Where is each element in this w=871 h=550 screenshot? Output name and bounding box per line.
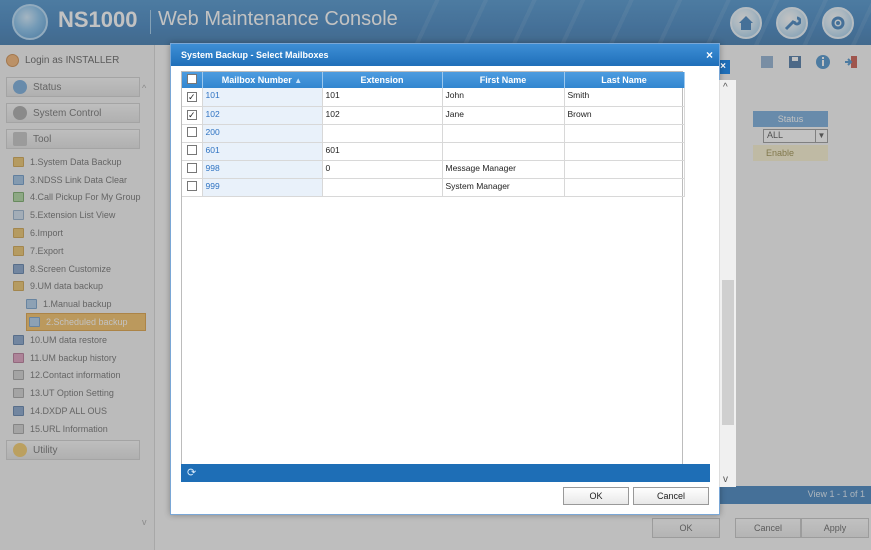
cell-mailbox-number[interactable]: 101 bbox=[202, 88, 323, 107]
cell-mailbox-number[interactable]: 601 bbox=[202, 142, 323, 161]
row-checkbox-cell: ✓ bbox=[182, 106, 203, 125]
select-all-checkbox[interactable] bbox=[186, 74, 197, 84]
cell-last-name: Brown bbox=[564, 106, 685, 125]
column-first-name[interactable]: First Name bbox=[442, 72, 565, 88]
grid-footer: ⟳ bbox=[181, 464, 710, 482]
column-extension[interactable]: Extension bbox=[322, 72, 443, 88]
cell-first-name: Jane bbox=[442, 106, 565, 125]
table-row[interactable]: 998 0 Message Manager bbox=[182, 160, 685, 179]
cell-last-name: Smith bbox=[564, 88, 685, 107]
column-label: Mailbox Number bbox=[221, 75, 292, 85]
cell-mailbox-number[interactable]: 200 bbox=[202, 124, 323, 143]
cell-extension: 601 bbox=[322, 142, 443, 161]
cell-last-name bbox=[564, 178, 685, 197]
table-row[interactable]: 200 bbox=[182, 124, 685, 143]
cell-first-name bbox=[442, 124, 565, 143]
close-icon[interactable]: × bbox=[706, 48, 713, 62]
chevron-up-icon[interactable]: ^ bbox=[723, 82, 728, 93]
chevron-down-icon[interactable]: v bbox=[723, 474, 728, 485]
cell-extension bbox=[322, 124, 443, 143]
dialog-title: System Backup - Select Mailboxes bbox=[171, 44, 719, 66]
table-row[interactable]: ✓ 102 102 Jane Brown bbox=[182, 106, 685, 125]
row-checkbox[interactable]: ✓ bbox=[186, 110, 197, 120]
table-row[interactable]: 999 System Manager bbox=[182, 178, 685, 197]
row-checkbox-cell: ✓ bbox=[182, 88, 203, 107]
cell-extension: 102 bbox=[322, 106, 443, 125]
dialog-scrollbar[interactable]: ^ v bbox=[719, 80, 736, 487]
row-checkbox[interactable] bbox=[186, 163, 197, 173]
row-checkbox[interactable] bbox=[186, 145, 197, 155]
cell-mailbox-number[interactable]: 102 bbox=[202, 106, 323, 125]
row-checkbox-cell bbox=[182, 178, 203, 197]
cell-extension: 101 bbox=[322, 88, 443, 107]
cell-first-name bbox=[442, 142, 565, 161]
row-checkbox-cell bbox=[182, 124, 203, 143]
dialog-ok-button[interactable]: OK bbox=[563, 487, 629, 505]
cell-first-name: John bbox=[442, 88, 565, 107]
mailbox-table: Mailbox Number ▲ Extension First Name La… bbox=[182, 72, 685, 197]
cell-extension: 0 bbox=[322, 160, 443, 179]
row-checkbox-cell bbox=[182, 142, 203, 161]
refresh-icon[interactable]: ⟳ bbox=[187, 466, 196, 479]
cell-last-name bbox=[564, 142, 685, 161]
cell-mailbox-number[interactable]: 999 bbox=[202, 178, 323, 197]
cell-first-name: System Manager bbox=[442, 178, 565, 197]
cell-first-name: Message Manager bbox=[442, 160, 565, 179]
cell-last-name bbox=[564, 124, 685, 143]
cell-mailbox-number[interactable]: 998 bbox=[202, 160, 323, 179]
scrollbar-thumb[interactable] bbox=[722, 280, 734, 425]
cell-extension bbox=[322, 178, 443, 197]
column-last-name[interactable]: Last Name bbox=[564, 72, 685, 88]
select-all-header bbox=[182, 72, 203, 88]
row-checkbox[interactable] bbox=[186, 127, 197, 137]
select-mailboxes-dialog: System Backup - Select Mailboxes × Mailb… bbox=[170, 43, 736, 515]
table-row[interactable]: ✓ 101 101 John Smith bbox=[182, 88, 685, 107]
mailbox-grid: Mailbox Number ▲ Extension First Name La… bbox=[181, 71, 685, 466]
sort-up-icon: ▲ bbox=[294, 76, 303, 85]
dialog-cancel-button[interactable]: Cancel bbox=[633, 487, 709, 505]
row-checkbox[interactable]: ✓ bbox=[186, 91, 197, 102]
row-checkbox[interactable] bbox=[186, 181, 197, 191]
row-checkbox-cell bbox=[182, 160, 203, 179]
cell-last-name bbox=[564, 160, 685, 179]
column-mailbox-number[interactable]: Mailbox Number ▲ bbox=[202, 72, 323, 88]
table-row[interactable]: 601 601 bbox=[182, 142, 685, 161]
